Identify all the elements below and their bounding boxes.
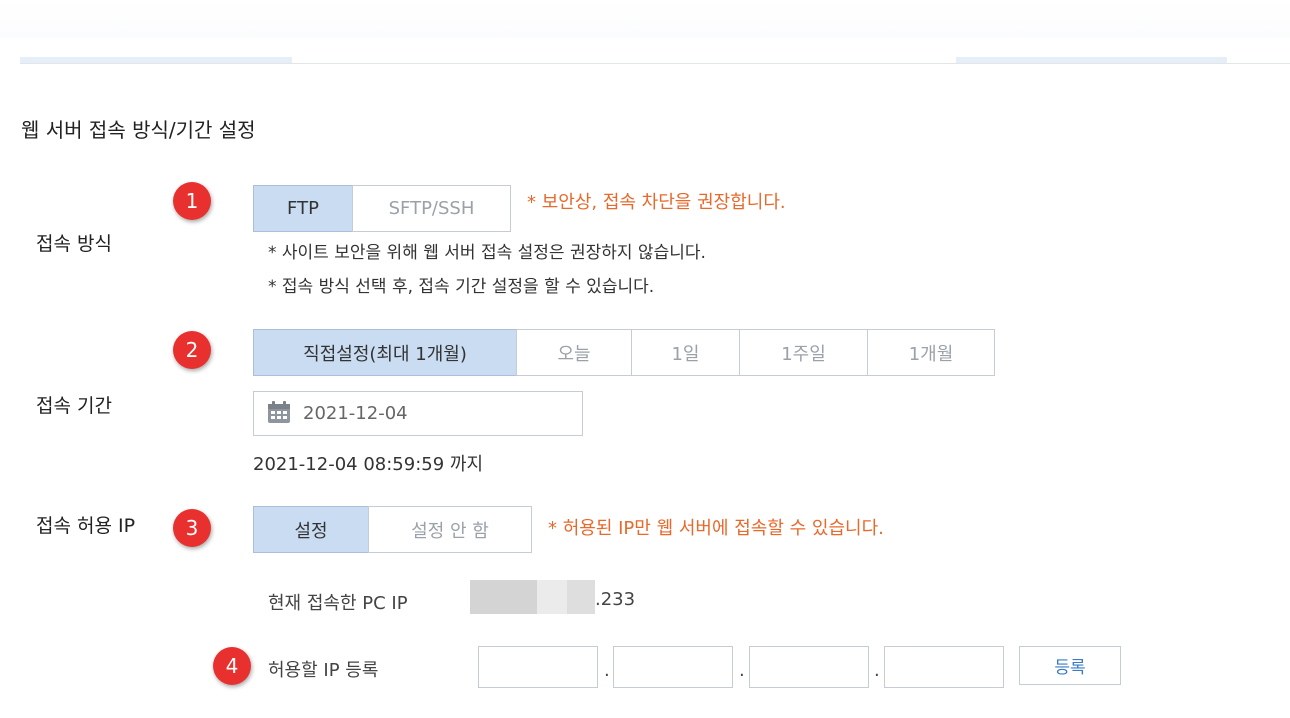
option-sftp-ssh[interactable]: SFTP/SSH <box>352 185 511 232</box>
option-today[interactable]: 오늘 <box>516 329 632 376</box>
step-badge-2: 2 <box>173 331 211 369</box>
current-ip-suffix: .233 <box>595 589 636 610</box>
register-ip-label: 허용할 IP 등록 <box>268 660 379 681</box>
register-ip-button[interactable]: 등록 <box>1019 646 1121 685</box>
step-badge-3: 3 <box>173 509 211 547</box>
page-canvas: 웹 서버 접속 방식/기간 설정 1 접속 방식 FTP SFTP/SSH * … <box>0 0 1290 718</box>
step-badge-1: 1 <box>173 182 211 220</box>
option-ip-disable[interactable]: 설정 안 함 <box>368 506 532 553</box>
ip-separator-2: . <box>739 660 745 681</box>
period-end-text: 2021-12-04 08:59:59 까지 <box>253 454 484 475</box>
connection-period-selector: 직접설정(최대 1개월) 오늘 1일 1주일 1개월 <box>253 329 995 376</box>
current-ip-label: 현재 접속한 PC IP <box>268 593 408 614</box>
date-value: 2021-12-04 <box>303 403 408 424</box>
connection-method-label: 접속 방식 <box>36 233 112 255</box>
calendar-icon[interactable] <box>266 399 292 429</box>
allowed-ip-selector: 설정 설정 안 함 <box>253 506 532 553</box>
masked-ip-segment-2 <box>537 580 567 614</box>
connection-method-warning: * 보안상, 접속 차단을 권장합니다. <box>527 192 786 213</box>
option-ip-enable[interactable]: 설정 <box>253 506 369 553</box>
option-1-week[interactable]: 1주일 <box>739 329 868 376</box>
connection-method-selector: FTP SFTP/SSH <box>253 185 511 232</box>
ip-octet-1-input[interactable] <box>478 646 598 688</box>
option-custom-period[interactable]: 직접설정(최대 1개월) <box>253 329 517 376</box>
allowed-ip-label: 접속 허용 IP <box>36 515 136 537</box>
option-ftp[interactable]: FTP <box>253 185 353 232</box>
connection-method-note-2: * 접속 방식 선택 후, 접속 기간 설정을 할 수 있습니다. <box>268 277 655 297</box>
ip-separator-1: . <box>604 660 610 681</box>
masked-ip-segment-3 <box>567 580 595 614</box>
tab-divider <box>20 63 1290 64</box>
section-title: 웹 서버 접속 방식/기간 설정 <box>21 118 256 142</box>
step-badge-4: 4 <box>213 647 251 685</box>
allowed-ip-warning: * 허용된 IP만 웹 서버에 접속할 수 있습니다. <box>548 518 884 539</box>
ip-octet-2-input[interactable] <box>613 646 733 688</box>
ip-separator-3: . <box>874 660 880 681</box>
ip-octet-4-input[interactable] <box>884 646 1004 688</box>
ip-octet-3-input[interactable] <box>749 646 869 688</box>
option-1-day[interactable]: 1일 <box>631 329 740 376</box>
option-1-month[interactable]: 1개월 <box>867 329 995 376</box>
connection-period-label: 접속 기간 <box>36 395 112 417</box>
connection-method-note-1: * 사이트 보안을 위해 웹 서버 접속 설정은 권장하지 않습니다. <box>268 243 706 263</box>
date-picker-field[interactable]: 2021-12-04 <box>253 391 583 436</box>
masked-ip-segment-1 <box>470 580 537 614</box>
top-strip <box>0 0 1290 38</box>
